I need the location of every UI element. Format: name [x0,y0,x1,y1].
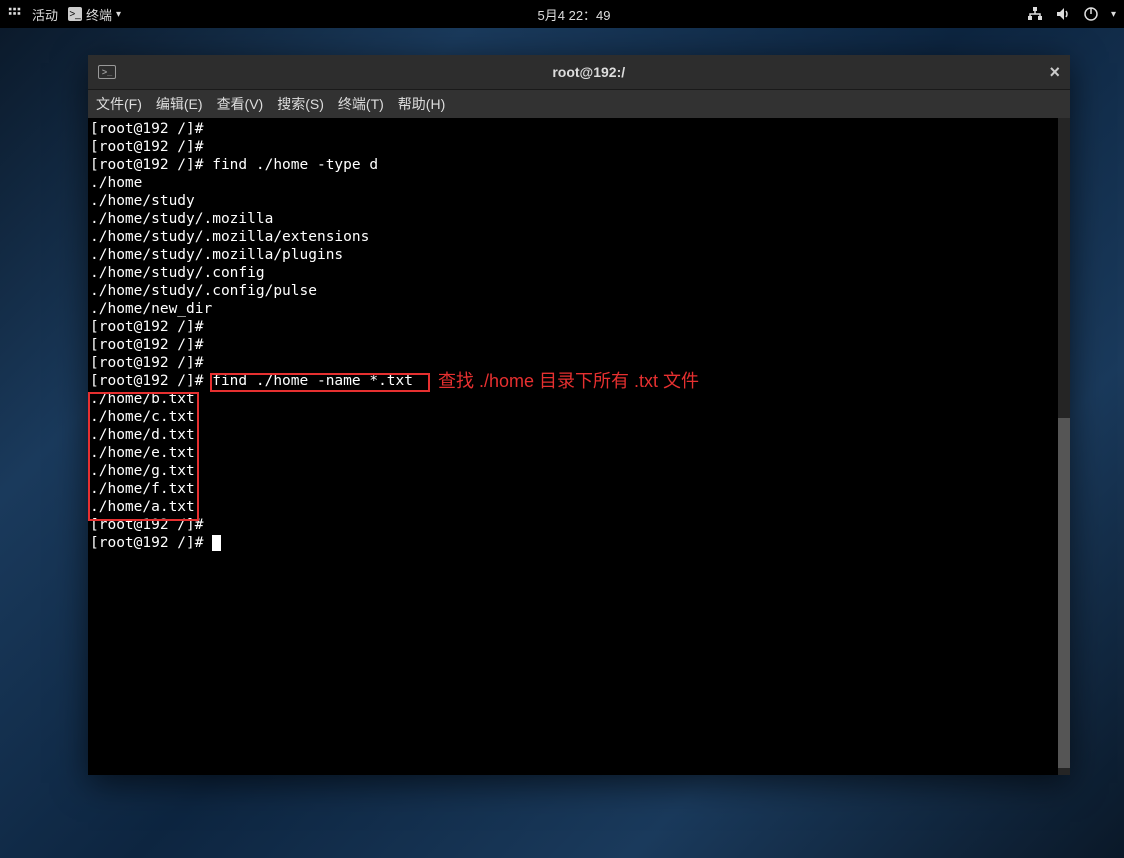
volume-icon[interactable] [1055,6,1071,22]
terminal-line: ./home/study/.mozilla/plugins [90,246,1068,264]
menu-search[interactable]: 搜索(S) [277,94,324,114]
menubar: 文件(F) 编辑(E) 查看(V) 搜索(S) 终端(T) 帮助(H) [88,90,1070,118]
terminal-line: ./home/study/.mozilla/extensions [90,228,1068,246]
terminal-line: [root@192 /]# [90,534,1068,552]
scrollbar-thumb[interactable] [1058,418,1070,768]
system-tray[interactable]: ▾ [1027,6,1116,22]
terminal-line: ./home/e.txt [90,444,1068,462]
terminal-line: [root@192 /]# [90,354,1068,372]
terminal-line: ./home [90,174,1068,192]
chevron-down-icon: ▾ [1111,9,1116,20]
clock[interactable]: 5月4 22：49 [538,5,611,24]
desktop-topbar: 活动 >_ 终端 ▾ 5月4 22：49 ▾ [0,0,1124,28]
terminal-line: [root@192 /]# [90,336,1068,354]
window-title: root@192:/ [128,64,1049,80]
network-icon[interactable] [1027,6,1043,22]
power-icon[interactable] [1083,6,1099,22]
terminal-line: [root@192 /]# [90,120,1068,138]
activities-label[interactable]: 活动 [32,5,58,24]
menu-edit[interactable]: 编辑(E) [156,94,203,114]
terminal-line: ./home/study [90,192,1068,210]
menu-terminal[interactable]: 终端(T) [338,94,384,114]
terminal-line: ./home/c.txt [90,408,1068,426]
terminal-line: ./home/f.txt [90,480,1068,498]
terminal-line: ./home/new_dir [90,300,1068,318]
app-menu-label: 终端 [86,5,112,24]
terminal-line: [root@192 /]# [90,138,1068,156]
window-titlebar[interactable]: >_ root@192:/ × [88,55,1070,90]
terminal-icon: >_ [68,7,82,21]
close-button[interactable]: × [1049,62,1060,83]
terminal-line: ./home/g.txt [90,462,1068,480]
terminal-window: >_ root@192:/ × 文件(F) 编辑(E) 查看(V) 搜索(S) … [88,55,1070,775]
terminal-line: ./home/study/.config [90,264,1068,282]
chevron-down-icon: ▾ [116,9,121,20]
cursor [212,535,221,551]
annotation-text: 查找 ./home 目录下所有 .txt 文件 [438,372,699,390]
terminal-content[interactable]: [root@192 /]# [root@192 /]# [root@192 /]… [88,118,1070,775]
menu-help[interactable]: 帮助(H) [398,94,445,114]
terminal-line: ./home/b.txt [90,390,1068,408]
terminal-icon: >_ [98,65,116,79]
app-menu[interactable]: >_ 终端 ▾ [68,5,121,24]
menu-file[interactable]: 文件(F) [96,94,142,114]
menu-view[interactable]: 查看(V) [217,94,264,114]
terminal-line: [root@192 /]# find ./home -type d [90,156,1068,174]
terminal-line: ./home/study/.mozilla [90,210,1068,228]
terminal-line: ./home/study/.config/pulse [90,282,1068,300]
scrollbar[interactable] [1058,118,1070,775]
activities-icon[interactable] [8,6,22,23]
terminal-line: [root@192 /]# [90,318,1068,336]
terminal-line: ./home/a.txt [90,498,1068,516]
terminal-line: [root@192 /]# [90,516,1068,534]
terminal-line: ./home/d.txt [90,426,1068,444]
